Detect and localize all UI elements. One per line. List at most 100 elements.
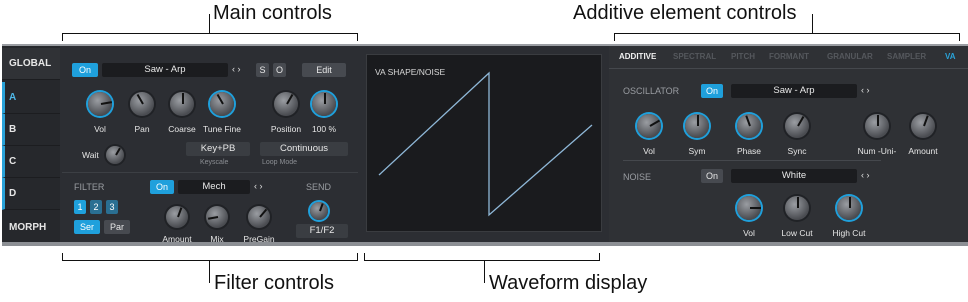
keyscale-dropdown[interactable]: Key+PB — [186, 142, 250, 156]
waveform-plot — [378, 71, 593, 217]
num-uni-label: Num -Uni- — [857, 146, 897, 156]
additive-element-panel: ADDITIVE SPECTRAL PITCH FORMANT GRANULAR… — [609, 46, 968, 242]
noise-title: NOISE — [623, 172, 652, 182]
tab-formant[interactable]: FORMANT — [769, 52, 809, 61]
serial-button[interactable]: Ser — [74, 220, 100, 234]
coarse-knob[interactable] — [170, 92, 194, 116]
nav-element-b[interactable]: B — [2, 114, 60, 146]
osc-vol-label: Vol — [643, 146, 655, 156]
oscillator-on-button[interactable]: On — [701, 84, 723, 98]
preset-nav-arrows[interactable]: ‹ › — [232, 64, 241, 74]
noise-divider — [623, 160, 881, 161]
start-knob[interactable] — [312, 92, 336, 116]
high-cut-label: High Cut — [832, 228, 866, 238]
tune-fine-label: Tune Fine — [203, 124, 241, 134]
preset-selector[interactable]: Saw - Arp — [102, 63, 228, 77]
sym-knob[interactable] — [685, 114, 709, 138]
solo-button[interactable]: S — [256, 63, 269, 77]
nav-element-c[interactable]: C — [2, 146, 60, 178]
filter-type-selector[interactable]: Mech — [178, 180, 250, 194]
additive-top-bracket — [614, 33, 960, 41]
loop-mode-label: Loop Mode — [262, 159, 298, 166]
oscillator-wave-selector[interactable]: Saw - Arp — [731, 84, 857, 98]
noise-vol-label: Vol — [743, 228, 755, 238]
oscillator-title: OSCILLATOR — [623, 86, 680, 96]
vol-label: Vol — [94, 124, 106, 134]
unison-amount-knob[interactable] — [911, 114, 935, 138]
pan-knob[interactable] — [130, 92, 154, 116]
phase-knob[interactable] — [737, 114, 761, 138]
main-controls-panel: On Saw - Arp ‹ › S O Edit Vol Pan Coarse… — [62, 54, 358, 244]
waveform-bottom-bracket — [364, 253, 600, 261]
sync-knob[interactable] — [785, 114, 809, 138]
waveform-callout-line — [484, 261, 485, 283]
noise-type-selector[interactable]: White — [731, 169, 857, 183]
filter-nav-arrows[interactable]: ‹ › — [254, 181, 263, 191]
noise-nav-arrows[interactable]: ‹ › — [861, 170, 870, 180]
tab-spectral[interactable]: SPECTRAL — [673, 52, 716, 61]
sym-label: Sym — [688, 146, 706, 156]
wait-label: Wait — [82, 150, 99, 160]
element-sidebar: GLOBAL A B C D MORPH — [2, 46, 60, 242]
main-controls-callout: Main controls — [213, 2, 332, 24]
keyscale-label: Keyscale — [200, 159, 229, 166]
noise-vol-knob[interactable] — [737, 196, 761, 220]
additive-controls-callout: Additive element controls — [573, 2, 797, 24]
filter-2-button[interactable]: 2 — [90, 200, 102, 214]
tab-granular[interactable]: GRANULAR — [827, 52, 873, 61]
low-cut-label: Low Cut — [781, 228, 813, 238]
loop-mode-dropdown[interactable]: Continuous — [260, 142, 348, 156]
parallel-button[interactable]: Par — [104, 220, 130, 234]
filter-callout-line — [209, 261, 210, 283]
phase-label: Phase — [736, 146, 762, 156]
filter-title: FILTER — [74, 182, 105, 192]
filter-bottom-bracket — [62, 253, 358, 261]
pregain-label: PreGain — [243, 234, 275, 244]
send-knob[interactable] — [310, 202, 328, 220]
waveform-display-callout: Waveform display — [489, 272, 648, 294]
filter-3-button[interactable]: 3 — [106, 200, 118, 214]
amount-label: Amount — [162, 234, 192, 244]
pregain-knob[interactable] — [248, 206, 270, 228]
low-cut-knob[interactable] — [785, 196, 809, 220]
edit-button[interactable]: Edit — [302, 63, 346, 77]
osc-vol-knob[interactable] — [637, 114, 661, 138]
main-callout-line — [209, 14, 210, 34]
filter-controls-callout: Filter controls — [214, 272, 335, 294]
mix-knob[interactable] — [206, 206, 228, 228]
additive-callout-line — [812, 14, 813, 34]
tab-sampler[interactable]: SAMPLER — [887, 52, 926, 61]
nav-element-a[interactable]: A — [2, 82, 60, 114]
filter-1-button[interactable]: 1 — [74, 200, 86, 214]
oscillator-nav-arrows[interactable]: ‹ › — [861, 85, 870, 95]
main-top-bracket — [62, 33, 358, 41]
element-on-button[interactable]: On — [72, 63, 98, 77]
vol-knob[interactable] — [88, 92, 112, 116]
send-dropdown[interactable]: F1/F2 — [296, 224, 348, 238]
wait-knob[interactable] — [106, 146, 124, 164]
num-uni-knob[interactable] — [865, 114, 889, 138]
mix-label: Mix — [210, 234, 224, 244]
position-label: Position — [270, 124, 302, 134]
tab-va[interactable]: VA — [945, 52, 956, 61]
waveform-display: VA SHAPE/NOISE — [366, 54, 602, 232]
high-cut-knob[interactable] — [837, 196, 861, 220]
send-title: SEND — [306, 182, 332, 192]
filter-divider — [62, 172, 358, 173]
sync-label: Sync — [787, 146, 807, 156]
unison-amount-label: Amount — [908, 146, 938, 156]
tune-fine-knob[interactable] — [210, 92, 234, 116]
tab-pitch[interactable]: PITCH — [731, 52, 755, 61]
o-button[interactable]: O — [273, 63, 286, 77]
filter-on-button[interactable]: On — [150, 180, 174, 194]
amount-knob[interactable] — [166, 206, 188, 228]
synth-frame: GLOBAL A B C D MORPH On Saw - Arp ‹ › S … — [2, 44, 968, 246]
nav-morph[interactable]: MORPH — [2, 212, 60, 244]
nav-global[interactable]: GLOBAL — [2, 48, 60, 80]
position-knob[interactable] — [274, 92, 298, 116]
nav-element-d[interactable]: D — [2, 178, 60, 210]
noise-on-button[interactable]: On — [701, 169, 723, 183]
tab-additive[interactable]: ADDITIVE — [619, 52, 656, 61]
pan-label: Pan — [134, 124, 150, 134]
start-percent-label: 100 % — [311, 124, 337, 134]
